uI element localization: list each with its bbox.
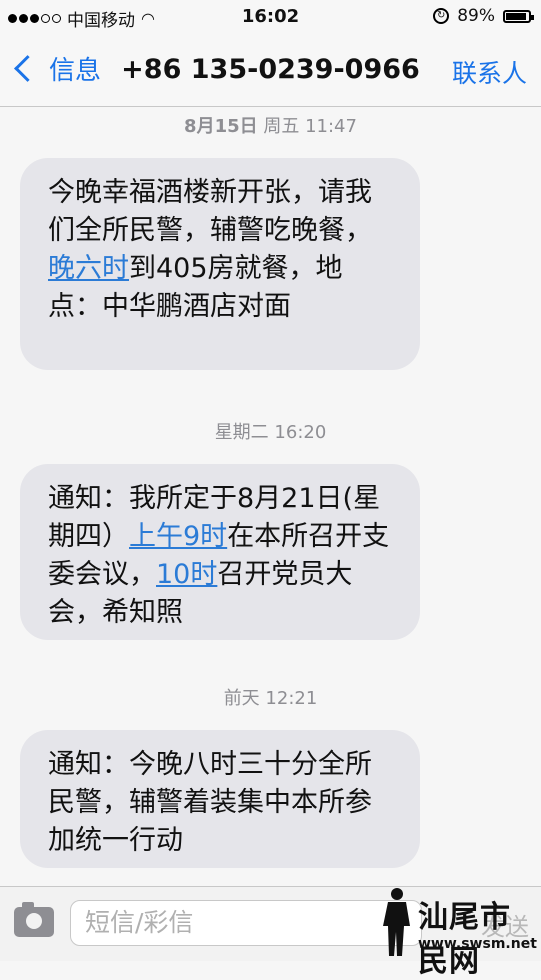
- watermark: 汕尾市民网 www.swsm.net: [372, 884, 541, 979]
- watermark-logo: [383, 888, 410, 956]
- message-text: 今晚幸福酒楼新开张，请我们全所民警，辅警吃晚餐，: [48, 177, 372, 246]
- timestamp: 前天 12:21: [223, 688, 318, 709]
- battery-icon: [503, 9, 534, 23]
- timestamp: 8月15日 周五 11:47: [0, 112, 541, 138]
- message-bubble[interactable]: 今晚幸福酒楼新开张，请我们全所民警，辅警吃晚餐，晚六时到405房就餐，地点：中华…: [20, 158, 420, 370]
- time-link[interactable]: 上午9时: [129, 521, 227, 552]
- contact-button[interactable]: 联系人: [452, 54, 527, 90]
- rotation-lock-icon: ↻: [433, 8, 450, 24]
- watermark-url: www.swsm.net: [418, 936, 537, 952]
- status-bar: 中国移动 ◠ 16:02 ↻ 89%: [0, 0, 541, 38]
- battery-percent: 89%: [457, 6, 495, 26]
- timestamp-time: 周五 11:47: [257, 116, 357, 137]
- nav-bar: 信息 +86 135-0239-0966 联系人: [0, 38, 541, 107]
- time-link[interactable]: 晚六时: [48, 253, 129, 284]
- status-right: ↻ 89%: [433, 6, 534, 26]
- message-input[interactable]: 短信/彩信: [70, 900, 422, 946]
- timestamp: 星期二 16:20: [214, 422, 327, 443]
- message-text: 通知：今晚八时三十分全所民警，辅警着装集中本所参加统一行动: [48, 749, 372, 856]
- camera-icon[interactable]: [14, 902, 54, 937]
- timestamp-date: 8月15日: [184, 116, 258, 137]
- time-link[interactable]: 10时: [156, 559, 217, 590]
- message-bubble[interactable]: 通知：今晚八时三十分全所民警，辅警着装集中本所参加统一行动: [20, 730, 420, 868]
- message-bubble[interactable]: 通知：我所定于8月21日(星期四）上午9时在本所召开支委会议，10时召开党员大会…: [20, 464, 420, 640]
